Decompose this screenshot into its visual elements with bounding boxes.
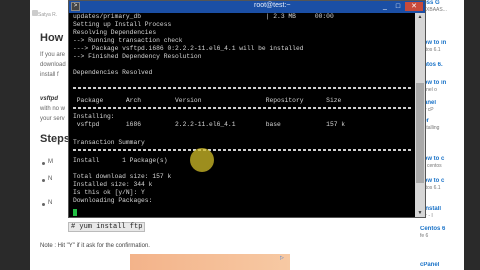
terminal-window[interactable]: > root@test:~ _ □ ✕ updates/primary_db |…	[68, 0, 426, 218]
author-name[interactable]: Satya R.	[38, 12, 57, 18]
sidebar-item-title[interactable]: how to in	[420, 40, 464, 47]
sidebar-item[interactable]: ninstall ver - I	[420, 206, 464, 219]
terminal-line: ---> Package vsftpd.i686 0:2.2.2-11.el6_…	[73, 45, 304, 52]
maximize-button[interactable]: □	[392, 2, 404, 11]
sidebar-item-text: ew cP	[420, 107, 434, 113]
with-line: with no w	[40, 106, 66, 112]
sidebar-item-title[interactable]: how to in	[420, 80, 464, 87]
sidebar-item[interactable]: cPanel	[420, 262, 464, 269]
left-frame	[0, 0, 30, 270]
advertisement-banner[interactable]	[130, 254, 290, 270]
sidebar-item[interactable]: how to in entos 6.1	[420, 40, 464, 53]
sidebar-item-text: entos 6.1	[420, 47, 441, 53]
sidebar-item-text: on centos	[420, 163, 442, 169]
transaction-summary: Transaction Summary	[73, 139, 145, 146]
bullet-icon	[42, 179, 45, 182]
terminal-line: Setting up Install Process	[73, 21, 172, 28]
steps-heading: Steps	[40, 133, 70, 145]
sidebar-item[interactable]: how to c on centos	[420, 156, 464, 169]
sidebar-item[interactable]: how to in Panel o	[420, 80, 464, 93]
terminal-line: --> Running transaction check	[73, 37, 183, 44]
terminal-icon: >	[71, 2, 80, 11]
terminal-output[interactable]: updates/primary_db | 2.3 MB 00:00 Settin…	[73, 13, 413, 217]
sidebar-item[interactable]: Centos 6 fe 6	[420, 226, 464, 239]
package-row: vsftpd i686 2.2.2-11.el6_4.1 base 157 k	[73, 121, 346, 128]
installing-label: Installing:	[73, 113, 115, 120]
terminal-line: --> Finished Dependency Resolution	[73, 53, 202, 60]
sidebar-item-text: entos 6.1	[420, 185, 441, 191]
step-1: M	[48, 159, 53, 165]
sidebar-item-text: TAXBAAS...	[420, 7, 447, 13]
minimize-button[interactable]: _	[379, 2, 391, 11]
sidebar-item-title[interactable]: ninstall	[420, 206, 464, 213]
separator	[73, 87, 411, 89]
sidebar-item[interactable]: entos 6.	[420, 62, 464, 69]
sidebar-item-text: Panel o	[420, 87, 437, 93]
terminal-line: Resolving Dependencies	[73, 29, 157, 36]
sidebar-item-title[interactable]: Centos 6	[420, 226, 464, 233]
sidebar-item[interactable]: cess G TAXBAAS...	[420, 0, 464, 13]
terminal-scrollbar[interactable]: ▲ ▼	[415, 13, 425, 217]
sidebar-item-title[interactable]: cess G	[420, 0, 464, 7]
bullet-icon	[42, 203, 45, 206]
sidebar-item-text: ver - I	[420, 213, 433, 219]
terminal-line: Dependencies Resolved	[73, 69, 153, 76]
server-line: your serv	[40, 116, 65, 122]
scroll-up-arrow-icon[interactable]: ▲	[415, 13, 425, 21]
sidebar-item-title[interactable]: cPanel	[420, 262, 464, 269]
confirm-prompt: Is this ok [y/N]: Y	[73, 189, 145, 196]
command-snippet: # yum install ftp	[68, 222, 146, 232]
intro-line-3: install f	[40, 72, 59, 78]
terminal-title: root@test:~	[254, 2, 291, 9]
terminal-cursor	[73, 209, 77, 216]
close-button[interactable]: ✕	[405, 2, 423, 11]
sidebar-item-title[interactable]: ver	[420, 118, 464, 125]
table-header: Package Arch Version Repository Size	[73, 97, 342, 104]
ad-info-icon[interactable]: ▷	[280, 255, 288, 261]
sidebar-item-title[interactable]: entos 6.	[420, 62, 464, 69]
installed-size: Installed size: 344 k	[73, 181, 153, 188]
sidebar-item[interactable]: Panel ew cP	[420, 100, 464, 113]
article-heading: How	[40, 32, 64, 44]
separator	[73, 107, 411, 109]
mouse-click-highlight	[190, 148, 214, 172]
step-3: N	[48, 200, 53, 206]
install-line: Install 1 Package(s)	[73, 157, 168, 164]
sidebar-item-title[interactable]: how to c	[420, 156, 464, 163]
step-2: N	[48, 176, 53, 182]
separator	[73, 149, 411, 151]
terminal-titlebar[interactable]: > root@test:~ _ □ ✕	[69, 1, 425, 13]
intro-line-1: If you are	[40, 52, 66, 58]
right-frame	[464, 0, 480, 270]
vsftpd-text: vsftpd	[40, 96, 58, 102]
sidebar-item-title[interactable]: Panel	[420, 100, 464, 107]
bullet-icon	[42, 162, 45, 165]
total-download: Total download size: 157 k	[73, 173, 172, 180]
sidebar-item[interactable]: how to c entos 6.1	[420, 178, 464, 191]
downloading-line: Downloading Packages:	[73, 197, 153, 204]
sidebar-item-text: fe 6	[420, 233, 429, 239]
scroll-down-arrow-icon[interactable]: ▼	[415, 209, 425, 217]
related-sidebar: cess G TAXBAAS... how to in entos 6.1 en…	[420, 0, 464, 270]
sidebar-item-title[interactable]: how to c	[420, 178, 464, 185]
confirmation-note: Note : Hit "Y" if it ask for the confirm…	[40, 243, 150, 249]
sidebar-item-text: installing	[420, 125, 440, 131]
intro-line-2: download	[40, 62, 66, 68]
terminal-line: updates/primary_db | 2.3 MB 00:00	[73, 13, 334, 20]
scroll-thumb[interactable]	[416, 83, 424, 183]
sidebar-item[interactable]: ver installing	[420, 118, 464, 131]
